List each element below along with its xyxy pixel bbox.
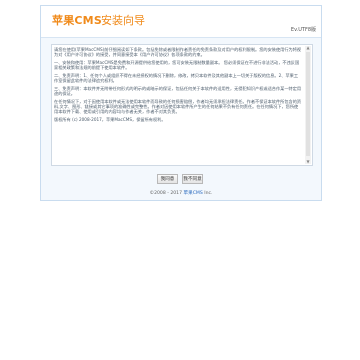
license-paragraph: 三、免责声明：本软件并无附带任何形式的明示的或暗示的保证，包括任何关于本软件的适… — [54, 85, 302, 96]
license-text: 请您在使用(苹果MacCMS)前仔细阅读如下条款。包括免除或者限制作者责任的免责… — [54, 47, 302, 124]
copyright-text: ©2008 - 2017 — [149, 191, 183, 196]
logo: 苹果CMS — [52, 14, 102, 27]
license-scrollbar[interactable]: ▲ ▼ — [305, 46, 311, 164]
scroll-down-icon[interactable]: ▼ — [306, 160, 310, 164]
brand-link[interactable]: 苹果CMS — [184, 191, 203, 196]
disagree-button[interactable]: 我不同意 — [182, 174, 203, 184]
version-label: Ev.UTF8版 — [290, 27, 316, 33]
license-paragraph: 请您在使用(苹果MacCMS)前仔细阅读如下条款。包括免除或者限制作者责任的免责… — [54, 47, 302, 58]
company-suffix: Inc. — [204, 191, 213, 196]
agree-button[interactable]: 我同意 — [157, 174, 178, 184]
page-title: 安装向导 — [101, 14, 145, 27]
license-paragraph: 在任何情况下，对于因使用本软件或无法使用本软件而导致的任何损害赔偿，作者均无须承… — [54, 98, 302, 115]
installer-header: 苹果CMS 安装向导 Ev.UTF8版 — [41, 6, 321, 38]
license-paragraph: 一、安装和使用：苹果MacCMS是免费和开源提供给您使用的，您可安装无限制数量副… — [54, 59, 300, 71]
scroll-up-icon[interactable]: ▲ — [306, 46, 310, 50]
license-paragraph: 版权所有 (c) 2008-2017，苹果MacCMS，保留所有权利。 — [54, 116, 166, 122]
license-textbox[interactable]: 请您在使用(苹果MacCMS)前仔细阅读如下条款。包括免除或者限制作者责任的免责… — [51, 44, 313, 166]
installer-window: 苹果CMS 安装向导 Ev.UTF8版 请您在使用(苹果MacCMS)前仔细阅读… — [40, 5, 322, 201]
license-paragraph: 二、免责声明：1、任何个人或组织不得在未经授权的情况下删除，修改，拷贝本软件及其… — [54, 72, 299, 84]
scrollbar-thumb[interactable] — [306, 52, 310, 156]
footer: ©2008 - 2017 苹果CMS Inc. — [40, 190, 322, 196]
